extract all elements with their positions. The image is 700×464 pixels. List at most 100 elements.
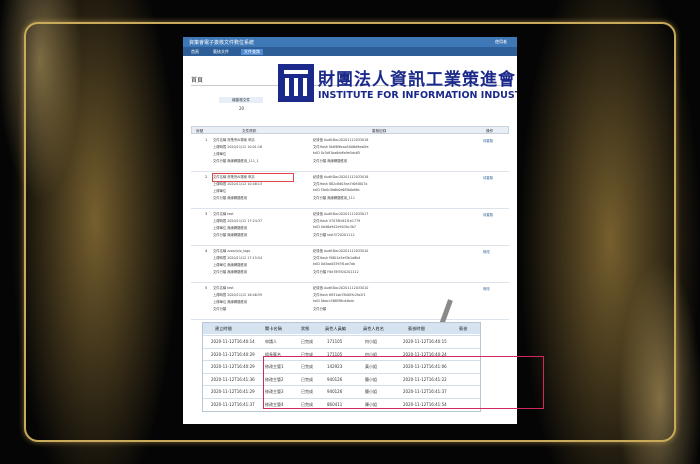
- sign-log-line: 文件Hash f5801e5ef3b1a8b4: [313, 256, 361, 260]
- col-header-info: 文件資訊: [242, 129, 257, 133]
- doc-info-line: 上傳單位: [213, 152, 227, 156]
- row-action-button[interactable]: 待簽核: [483, 212, 493, 217]
- stats-value: 20: [239, 106, 245, 111]
- sign-log-line: txID 0d3aa05593f1ae7ab: [313, 262, 356, 266]
- sign-log: 紀錄值 AuditDoc20201112033010 文件Hash f5801e5…: [313, 248, 463, 276]
- sign-log-line: 文件分類 無線網路應用_111: [313, 196, 355, 200]
- row-number: 4: [205, 249, 208, 253]
- doc-info-line: 上傳時間 2020/11/12 10:01:16: [213, 145, 263, 149]
- nav-bar: 首頁 簽核文件 文件查詢: [183, 47, 517, 56]
- doc-info-line: 文件分類 無線網路應用: [213, 233, 248, 237]
- table-cell: 何小姐: [365, 339, 377, 344]
- row-action-button[interactable]: 待簽核: [483, 175, 493, 180]
- sign-log-line: 文件分類 test3720201112: [313, 233, 355, 237]
- sign-log-line: 文件Hash f0df6f6caa5006d9ea0fe: [313, 145, 369, 149]
- col-header: 狀態: [301, 326, 310, 331]
- sign-log-line: txID 0c5df1ba6ddfa9e5dc65: [313, 151, 361, 155]
- col-header-log: 簽核記錄: [372, 129, 387, 133]
- col-header: 關卡名稱: [265, 326, 282, 331]
- table-row: 5 文件名稱 test 上傳時間 2020/11/12 16:46:59 上傳單位 無…: [191, 283, 509, 320]
- table-cell: 171105: [327, 339, 343, 344]
- logo-english-name: INSTITUTE FOR INFORMATION INDUSTRY: [318, 90, 517, 101]
- sign-log-line: 紀錄值 AuditDoc20201112033010: [313, 286, 369, 290]
- user-menu[interactable]: 使用者: [495, 39, 507, 45]
- highlight-box: [263, 356, 544, 409]
- doc-info: 文件名稱 資策會AI專案 申請 上傳時間 2020/11/12 10:48:13 上…: [212, 173, 294, 202]
- stats-label: 總簽核文件: [219, 97, 263, 103]
- sign-log-line: txID 0d46a942e9030c3b7: [313, 225, 357, 229]
- sign-log-line: 文件Hash 6931ab78d0f3c2fa2f1: [313, 293, 366, 297]
- row-action-button[interactable]: 修改: [483, 286, 490, 291]
- doc-info-line: 文件名稱 zzzzz/z/z_logo: [213, 249, 251, 253]
- doc-info-line: 上傳時間 2020/11/12 10:48:13: [213, 182, 263, 186]
- sign-log-line: 紀錄值 AuditDoc20201112033016: [313, 175, 369, 179]
- logo-mark-icon: [278, 64, 314, 102]
- col-header: 員性人姓名: [363, 326, 384, 331]
- app-title-bar: 資策會電子簽核文件數位系統 使用者: [183, 37, 517, 47]
- doc-info-line: 上傳時間 2020/11/12 17:15:54: [213, 256, 263, 260]
- doc-info-line: 文件名稱 資策會AI專案 申請: [213, 138, 255, 142]
- table-cell: 2020-11-12T16:41:29: [211, 389, 255, 394]
- nav-item-sign[interactable]: 簽核文件: [213, 49, 229, 55]
- sign-log-line: 紀錄值 AuditDoc20201112033010: [313, 249, 369, 253]
- table-cell: 2020-11-12T16:40:29: [211, 351, 255, 357]
- row-number: 2: [205, 175, 208, 179]
- doc-info: 文件名稱 資策會AI專案 申請上傳時間 2020/11/12 10:01:16 上…: [213, 137, 293, 165]
- doc-info-line: 文件名稱 資策會AI專案 申請: [212, 173, 294, 182]
- row-number: 5: [205, 286, 208, 290]
- doc-info-line: 上傳單位 無線網路應用: [213, 300, 248, 304]
- table-row: 3 文件名稱 test 上傳時間 2020/11/12 17:24:37 上傳單位 無…: [191, 209, 509, 246]
- table-cell: 2020-11-12T16:41:37: [211, 401, 255, 407]
- doc-info-line: 上傳單位: [213, 189, 227, 193]
- table-row: 1 文件名稱 資策會AI專案 申請上傳時間 2020/11/12 10:01:16…: [191, 135, 509, 172]
- sign-log-line: 紀錄值 AuditDoc20201112033017: [313, 212, 369, 216]
- nav-item-home[interactable]: 首頁: [191, 49, 199, 55]
- iii-logo: 財團法人資訊工業策進會 INSTITUTE FOR INFORMATION IN…: [278, 64, 517, 104]
- row-action-button[interactable]: 待簽核: [483, 138, 493, 143]
- col-header-action: 操作: [486, 129, 494, 133]
- sign-log: 紀錄值 AuditDoc20201112033016 文件Hash f0df6f6…: [313, 137, 463, 165]
- doc-info-line: 文件分類 無線網路應用_111_1: [213, 159, 259, 163]
- doc-info-line: 上傳單位 無線網路應用: [213, 263, 248, 267]
- doc-info-line: 文件名稱 test: [213, 212, 234, 216]
- doc-info-line: 文件分類 無線網路應用: [213, 270, 248, 274]
- table-header: 序號 文件資訊 簽核記錄 操作: [191, 126, 509, 134]
- table-cell: 2020-11-12T16:40:15: [403, 339, 447, 344]
- sign-log-line: txID f3a0c5b6b0e6f3b0afdb: [313, 188, 360, 192]
- sign-log: 紀錄值 AuditDoc20201112033010 文件Hash 6931ab7…: [313, 285, 463, 313]
- logo-chinese-name: 財團法人資訊工業策進會: [318, 70, 516, 90]
- table-row: 2020-11-12T16:40:14 申請人 已完成 171105 何小姐 2020-1…: [203, 335, 480, 346]
- col-header: 員性人員編: [325, 326, 346, 331]
- sign-log-line: 文件分類: [313, 307, 327, 311]
- table-row: 4 文件名稱 zzzzz/z/z_logo 上傳時間 2020/11/12 17:1…: [191, 246, 509, 283]
- table-cell: 2020-11-12T16:40:14: [211, 339, 255, 344]
- row-action-button[interactable]: 修改: [483, 249, 490, 254]
- page-title: 首頁: [191, 77, 204, 84]
- row-number: 1: [205, 138, 208, 142]
- doc-info-line: 上傳單位 無線網路應用: [213, 226, 248, 230]
- sign-log-line: 文件Hash 57078fc81f1e1779: [313, 219, 361, 223]
- sign-log: 紀錄值 AuditDoc20201112033016 文件Hash 882c8d0…: [313, 174, 463, 202]
- doc-info-line: 上傳時間 2020/11/12 17:24:37: [213, 219, 263, 223]
- app-title: 資策會電子簽核文件數位系統: [189, 40, 255, 46]
- table-cell: 已完成: [301, 339, 313, 344]
- table-header: 建立時間 關卡名稱 狀態 員性人員編 員性人姓名 簽核時間 簽核: [203, 323, 480, 334]
- col-header: 簽核: [459, 326, 468, 331]
- doc-info: 文件名稱 test 上傳時間 2020/11/12 16:46:59 上傳單位 無線…: [213, 285, 293, 313]
- doc-info-line: 文件分類: [213, 307, 227, 311]
- table-cell: 2020-11-12T16:41:36: [211, 376, 255, 382]
- nav-item-query[interactable]: 文件查詢: [241, 49, 263, 55]
- row-number: 3: [205, 212, 208, 216]
- doc-info-line: 上傳時間 2020/11/12 16:46:59: [213, 293, 263, 297]
- sign-log-line: 文件分類 無線網路應用: [313, 159, 348, 163]
- col-header: 簽核時間: [408, 326, 425, 331]
- sign-log-line: 文件Hash 882c8d03ea7d0f4807a: [313, 182, 368, 186]
- col-header-num: 序號: [196, 129, 204, 133]
- doc-info: 文件名稱 test 上傳時間 2020/11/12 17:24:37 上傳單位 無線…: [213, 211, 293, 239]
- table-cell: 申請人: [265, 339, 277, 344]
- col-header: 建立時間: [215, 326, 232, 331]
- sign-log: 紀錄值 AuditDoc20201112033017 文件Hash 57078fc…: [313, 211, 463, 239]
- sign-log-line: 文件分類 F8d78f5f20201112: [313, 270, 359, 274]
- doc-info-line: 文件名稱 test: [213, 286, 234, 290]
- sign-log-line: txID 0bacc5685f8cd4bdc: [313, 299, 355, 303]
